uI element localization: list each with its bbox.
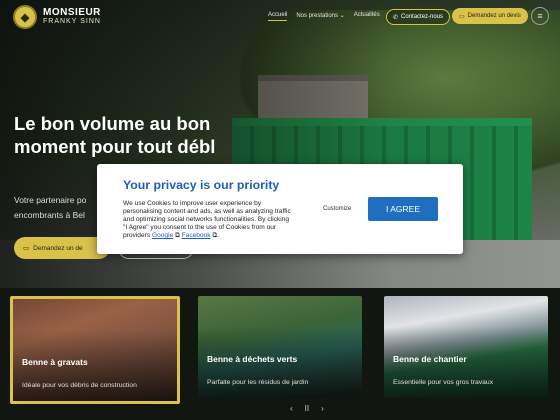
document-icon: ▭ (23, 245, 30, 252)
chevron-right-icon[interactable]: › (321, 404, 324, 413)
google-link[interactable]: Google (152, 232, 173, 239)
hero-cta-button[interactable]: ▭ Demandez un de (14, 237, 110, 259)
nav-item-accueil[interactable]: Accueil (268, 12, 288, 21)
nav-item-prestations[interactable]: Nos prestations ⌄ (296, 12, 344, 21)
document-icon: ▭ (459, 13, 465, 20)
services-cards: Benne à gravats Idéale pour vos débris d… (0, 288, 560, 420)
chevron-left-icon[interactable]: ‹ (290, 404, 293, 413)
card-desc: Essentielle pour vos gros travaux (393, 379, 494, 386)
service-card-dechets-verts[interactable]: Benne à déchets verts Parfaite pour les … (198, 296, 362, 398)
card-title: Benne de chantier (393, 354, 467, 364)
menu-icon: ≡ (537, 11, 543, 21)
brand-line2: FRANKY SINN (43, 18, 101, 25)
logo[interactable]: ◆ MONSIEUR FRANKY SINN (13, 5, 101, 29)
nav-item-actualites[interactable]: Actualités (354, 12, 380, 21)
brand-line1: MONSIEUR (43, 7, 101, 18)
devis-button[interactable]: ▭ Demandez un devis (452, 8, 528, 24)
card-desc: Idéale pour vos débris de construction (22, 382, 137, 389)
card-desc: Parfaite pour les résidus de jardin (207, 379, 309, 386)
menu-button[interactable]: ≡ (531, 7, 549, 25)
carousel-pager: ‹ II › (284, 404, 330, 413)
pause-icon[interactable]: II (305, 404, 309, 413)
service-card-gravats[interactable]: Benne à gravats Idéale pour vos débris d… (10, 296, 180, 404)
customize-button[interactable]: Customize (323, 206, 351, 212)
agree-button[interactable]: I AGREE (368, 197, 438, 221)
contact-button[interactable]: ✆ Contactez-nous (386, 9, 451, 25)
site-header: ◆ MONSIEUR FRANKY SINN Accueil Nos prest… (0, 0, 560, 34)
cookie-consent-dialog: Your privacy is our priority We use Cook… (97, 164, 463, 254)
facebook-link[interactable]: Facebook (182, 232, 211, 239)
external-link-icon: ⧉ (212, 232, 218, 239)
logo-badge-icon: ◆ (13, 5, 37, 29)
external-link-icon: ⧉ (175, 232, 180, 239)
cookie-title: Your privacy is our priority (123, 178, 280, 192)
hero-title: Le bon volume au bon moment pour tout dé… (14, 113, 216, 157)
cookie-text: We use Cookies to improve user experienc… (123, 200, 291, 239)
card-title: Benne à gravats (22, 357, 88, 367)
main-nav: Accueil Nos prestations ⌄ Actualités (268, 12, 389, 21)
card-title: Benne à déchets verts (207, 354, 298, 364)
phone-icon: ✆ (393, 14, 399, 21)
service-card-chantier[interactable]: Benne de chantier Essentielle pour vos g… (384, 296, 548, 398)
